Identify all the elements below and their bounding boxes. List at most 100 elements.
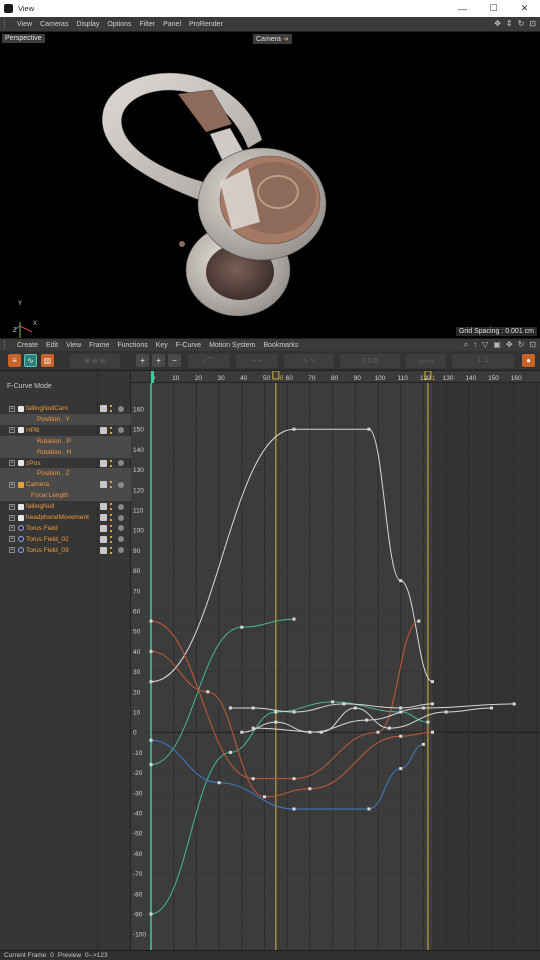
layer-dots-icon[interactable] bbox=[110, 481, 113, 489]
menu-cameras[interactable]: Cameras bbox=[36, 21, 72, 28]
keyframe-point[interactable] bbox=[421, 742, 425, 746]
lock-icon[interactable]: ▣ bbox=[493, 340, 501, 350]
keyframe-point[interactable] bbox=[417, 619, 421, 623]
tree-row[interactable]: Rotation . P bbox=[0, 435, 131, 447]
solo-ball-icon[interactable] bbox=[118, 525, 124, 532]
layer-dots-icon[interactable] bbox=[110, 405, 113, 412]
frame-ruler[interactable]: 0102030405060708090100110120130140150160… bbox=[131, 371, 540, 383]
keyframe-point[interactable] bbox=[292, 777, 296, 781]
keyframe-point[interactable] bbox=[342, 702, 346, 706]
expand-toggle-icon[interactable]: + bbox=[9, 460, 15, 466]
expand-toggle-icon[interactable]: + bbox=[9, 481, 15, 488]
move-icon[interactable]: ✥ bbox=[506, 340, 513, 350]
solo-ball-icon[interactable] bbox=[118, 514, 124, 521]
rotate-icon[interactable]: ↻ bbox=[518, 19, 525, 28]
keyframe-point[interactable] bbox=[399, 579, 403, 583]
keyframe-point[interactable] bbox=[490, 706, 493, 710]
tangent-group[interactable]: ⌐ ¬ bbox=[236, 354, 278, 368]
fcurve-graph[interactable]: 160 150 140 130 120 110 100 90 80 70 60 50 40 30 20 10 0… bbox=[131, 383, 540, 950]
solo-ball-icon[interactable] bbox=[118, 481, 124, 488]
tree-row[interactable]: + HPB bbox=[0, 425, 131, 436]
keyframe-point[interactable] bbox=[319, 730, 323, 734]
keyframe-point[interactable] bbox=[149, 912, 153, 916]
enable-checkbox[interactable] bbox=[100, 514, 107, 521]
menu-frame[interactable]: Frame bbox=[85, 342, 113, 349]
menu-panel[interactable]: Panel bbox=[159, 21, 185, 28]
playhead-marker[interactable] bbox=[151, 371, 154, 383]
tree-row[interactable]: + fallingNullCam bbox=[0, 403, 131, 414]
keyframe-tools-group[interactable]: ⊛ ⊛ ⊛ bbox=[70, 354, 120, 368]
keyframe-point[interactable] bbox=[367, 427, 371, 431]
keyframe-point[interactable] bbox=[365, 718, 369, 722]
expand-toggle-icon[interactable]: + bbox=[9, 503, 15, 510]
remove-key-button[interactable]: − bbox=[168, 354, 181, 367]
tree-row[interactable]: + Torus Field_03 bbox=[0, 545, 131, 556]
keyframe-point[interactable] bbox=[292, 807, 296, 811]
keyframe-point[interactable] bbox=[149, 763, 153, 767]
keyframe-point[interactable] bbox=[228, 706, 232, 710]
keyframe-point[interactable] bbox=[292, 710, 296, 714]
red-curve-2[interactable] bbox=[150, 650, 433, 798]
keyframe-point[interactable] bbox=[387, 726, 391, 730]
keyframe-point[interactable] bbox=[251, 726, 255, 730]
expand-toggle-icon[interactable]: + bbox=[9, 547, 15, 554]
keyframe-point[interactable] bbox=[426, 720, 430, 724]
keyframe-point[interactable] bbox=[274, 720, 278, 724]
3d-viewport[interactable]: Y Z X Perspective Camera ➜ Grid Spacing … bbox=[0, 32, 540, 338]
layer-dots-icon[interactable] bbox=[110, 459, 113, 467]
tree-row[interactable]: + zPos bbox=[0, 458, 131, 469]
layer-dots-icon[interactable] bbox=[110, 524, 113, 532]
enable-checkbox[interactable] bbox=[100, 535, 107, 543]
keyframe-point[interactable] bbox=[206, 690, 210, 694]
keyframe-point[interactable] bbox=[430, 730, 434, 734]
white-curve[interactable] bbox=[150, 428, 433, 683]
keyframe-point[interactable] bbox=[228, 750, 232, 754]
keyframe-point[interactable] bbox=[149, 619, 153, 623]
red-curve-1[interactable] bbox=[150, 620, 420, 780]
range-group[interactable]: ⟂ ⟂ bbox=[452, 354, 514, 368]
menu-create[interactable]: Create bbox=[13, 342, 42, 349]
keyframe-point[interactable] bbox=[240, 625, 244, 629]
keyframe-point[interactable] bbox=[367, 807, 371, 811]
menu-f-curve[interactable]: F-Curve bbox=[172, 342, 205, 349]
maximize-icon[interactable]: ⊡ bbox=[529, 19, 536, 28]
keyframe-point[interactable] bbox=[292, 617, 296, 621]
keyframe-point[interactable] bbox=[430, 702, 434, 706]
expand-toggle-icon[interactable]: + bbox=[9, 536, 15, 543]
add-key-button-2[interactable]: + bbox=[152, 354, 165, 367]
solo-ball-icon[interactable] bbox=[118, 536, 124, 543]
keyframe-point[interactable] bbox=[308, 787, 312, 791]
up-arrow-icon[interactable]: ↑ bbox=[473, 340, 477, 350]
bookmark-marker[interactable] bbox=[272, 371, 280, 380]
expand-toggle-icon[interactable]: + bbox=[9, 427, 15, 434]
enable-checkbox[interactable] bbox=[100, 459, 107, 467]
tree-row[interactable]: + Camera bbox=[0, 479, 131, 491]
keyframe-point[interactable] bbox=[512, 702, 516, 706]
keyframe-edit-group[interactable]: 0 0 0 bbox=[340, 354, 400, 368]
keyframe-point[interactable] bbox=[240, 730, 244, 734]
menu-options[interactable]: Options bbox=[103, 21, 135, 28]
enable-checkbox[interactable] bbox=[100, 503, 107, 511]
menu-filter[interactable]: Filter bbox=[136, 21, 160, 28]
layer-dots-icon[interactable] bbox=[110, 426, 113, 434]
maximize-button[interactable]: ☐ bbox=[478, 0, 509, 17]
keyframe-point[interactable] bbox=[251, 777, 255, 781]
enable-checkbox[interactable] bbox=[100, 546, 107, 554]
keyframe-point[interactable] bbox=[376, 730, 380, 734]
menu-view[interactable]: View bbox=[62, 342, 85, 349]
maximize-icon[interactable]: ⊡ bbox=[529, 340, 536, 350]
keyframe-point[interactable] bbox=[353, 706, 357, 710]
projection-label[interactable]: Perspective bbox=[2, 34, 45, 43]
tree-row[interactable]: + fallingNull bbox=[0, 501, 131, 512]
tree-row[interactable]: + Torus Field_02 bbox=[0, 534, 131, 545]
keyframe-point[interactable] bbox=[217, 781, 221, 785]
menu-edit[interactable]: Edit bbox=[42, 342, 62, 349]
keyframe-point[interactable] bbox=[399, 706, 403, 710]
keyframe-point[interactable] bbox=[430, 680, 434, 684]
expand-toggle-icon[interactable]: + bbox=[9, 405, 15, 412]
solo-ball-icon[interactable] bbox=[118, 405, 124, 412]
keyframe-point[interactable] bbox=[263, 795, 266, 799]
grip-handle[interactable] bbox=[4, 19, 10, 29]
tree-row[interactable]: Position . Y bbox=[0, 413, 131, 425]
motion-mode-button[interactable]: ▥ bbox=[41, 354, 54, 367]
